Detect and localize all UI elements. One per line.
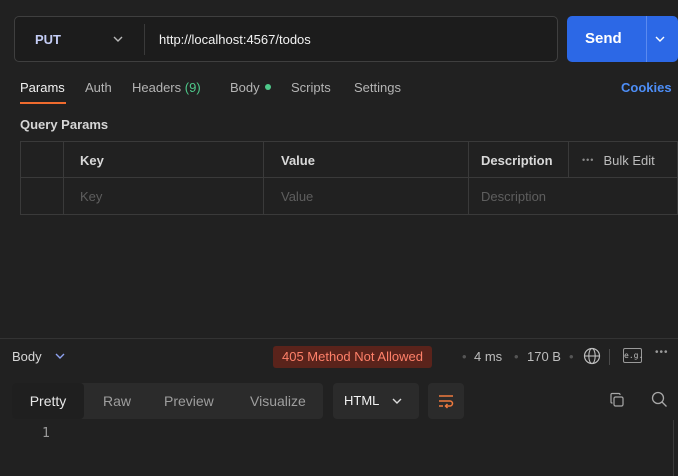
tab-label: Scripts	[291, 80, 331, 95]
response-bar: Body 405 Method Not Allowed • 4 ms • 170…	[0, 338, 678, 374]
active-tab-indicator	[20, 102, 66, 104]
row-checkbox-cell	[21, 178, 64, 214]
divider	[144, 24, 145, 55]
line-number: 1	[42, 426, 50, 441]
headers-count: (9)	[184, 80, 201, 95]
description-input[interactable]: Description	[469, 178, 678, 214]
separator-dot: •	[462, 349, 467, 364]
tab-label: Params	[20, 80, 65, 95]
send-button[interactable]: Send	[567, 16, 678, 62]
tab-preview[interactable]: Preview	[164, 383, 214, 419]
checkbox-column	[21, 142, 64, 178]
section-title: Query Params	[20, 117, 109, 132]
wrap-lines-icon	[439, 395, 454, 409]
column-header: Key	[64, 142, 264, 178]
status-badge[interactable]: 405 Method Not Allowed	[273, 346, 432, 368]
tab-label: Settings	[354, 80, 401, 95]
tab-params[interactable]: Params	[20, 80, 66, 104]
response-size[interactable]: 170 B	[527, 349, 561, 364]
tab-headers[interactable]: Headers (9)	[132, 80, 201, 95]
divider	[646, 16, 647, 62]
tab-auth[interactable]: Auth	[85, 80, 112, 95]
column-header: Description	[469, 142, 569, 178]
response-view-tabs: Pretty Raw Preview Visualize	[12, 383, 323, 419]
column-description: Description	[481, 153, 553, 168]
tab-settings[interactable]: Settings	[354, 80, 401, 95]
separator-dot: •	[569, 349, 574, 364]
scrollbar[interactable]	[673, 420, 674, 476]
url-input-group: PUT http://localhost:4567/todos	[14, 16, 558, 62]
response-time[interactable]: 4 ms	[474, 349, 502, 364]
word-wrap-button[interactable]	[428, 383, 464, 419]
divider	[609, 349, 610, 365]
chevron-down-icon	[392, 398, 402, 404]
key-placeholder: Key	[80, 189, 103, 204]
chevron-down-icon[interactable]	[111, 32, 125, 46]
cookies-link[interactable]: Cookies	[621, 80, 672, 95]
method-select[interactable]: PUT	[35, 32, 61, 47]
column-value: Value	[281, 153, 315, 168]
response-code-editor[interactable]: 1	[0, 420, 678, 476]
key-input[interactable]: Key	[64, 178, 264, 214]
tab-raw[interactable]: Raw	[103, 383, 131, 419]
value-placeholder: Value	[281, 189, 314, 204]
table-header-row: Key Value Description ••• Bulk Edit	[21, 142, 677, 178]
tab-label: Auth	[85, 80, 112, 95]
tab-body[interactable]: Body	[230, 80, 271, 95]
format-select[interactable]: HTML	[333, 383, 419, 419]
chevron-down-icon[interactable]	[54, 350, 66, 362]
example-icon[interactable]: e.g.	[623, 348, 643, 363]
request-url-bar: PUT http://localhost:4567/todos Send	[14, 16, 678, 62]
tab-pretty[interactable]: Pretty	[12, 383, 84, 419]
params-table: Key Value Description ••• Bulk Edit Key V…	[20, 141, 678, 215]
column-header: Value	[264, 142, 469, 178]
request-tabs: Params Auth Headers (9) Body Scripts Set…	[20, 80, 678, 104]
response-body-toggle[interactable]: Body	[12, 349, 42, 364]
table-row: Key Value Description	[21, 178, 677, 214]
format-label: HTML	[344, 393, 380, 408]
tab-visualize[interactable]: Visualize	[250, 383, 306, 419]
more-icon[interactable]: •••	[655, 347, 669, 358]
value-input[interactable]: Value	[264, 178, 469, 214]
separator-dot: •	[514, 349, 519, 364]
copy-icon[interactable]	[609, 392, 625, 408]
tab-label: Body	[230, 80, 260, 95]
body-indicator-dot	[264, 84, 271, 90]
bulk-edit-button[interactable]: ••• Bulk Edit	[582, 153, 655, 168]
tab-scripts[interactable]: Scripts	[291, 80, 331, 95]
globe-icon[interactable]	[583, 347, 601, 365]
chevron-down-icon[interactable]	[653, 32, 667, 46]
column-key: Key	[80, 153, 104, 168]
url-input[interactable]: http://localhost:4567/todos	[159, 32, 311, 47]
bulk-edit-label: Bulk Edit	[603, 153, 655, 168]
description-placeholder: Description	[481, 189, 547, 204]
more-icon: •••	[582, 155, 595, 165]
tab-label: Headers	[132, 80, 182, 95]
search-icon[interactable]	[651, 391, 668, 408]
send-button-label: Send	[585, 30, 622, 47]
